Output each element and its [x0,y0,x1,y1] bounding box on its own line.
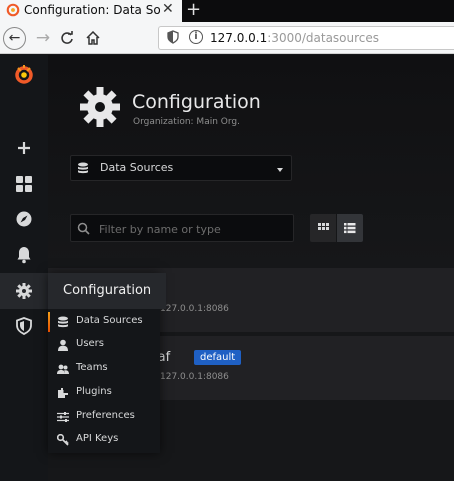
url-bar[interactable]: i 127.0.0.1:3000/datasources [158,26,454,50]
create-menu-item[interactable] [0,130,48,166]
flyout-item-label: Teams [76,362,108,373]
back-button[interactable]: ← [3,27,26,50]
browser-nav-bar: ← → i 127.0.0.1:3000/datasources [0,22,454,54]
database-icon [58,316,68,328]
reload-button[interactable] [56,27,78,49]
server-admin-menu-item[interactable] [0,308,48,344]
browser-tab[interactable]: Configuration: Data Sources ✕ [0,0,182,22]
section-select-label: Data Sources [100,161,174,174]
flyout-item-label: Plugins [76,386,112,397]
dashboards-icon [16,176,32,192]
tab-title: Configuration: Data Sources [24,3,160,17]
tab-close-icon[interactable]: ✕ [162,1,174,17]
section-select[interactable]: Data Sources [70,155,292,181]
filter-input[interactable] [99,221,289,237]
explore-menu-item[interactable] [0,201,48,237]
shield-icon[interactable] [167,30,179,44]
flyout-item-teams[interactable]: Teams [48,357,160,381]
database-icon [78,162,88,174]
plus-icon [18,142,30,154]
grid-view-button[interactable] [310,214,336,242]
users-icon [57,364,69,374]
plug-icon [58,388,68,398]
alerting-menu-item[interactable] [0,237,48,273]
grafana-favicon-icon [6,3,20,17]
default-badge: default [194,350,242,365]
gear-icon [16,283,32,299]
home-button[interactable] [82,27,104,49]
flyout-item-preferences[interactable]: Preferences [48,405,160,429]
list-icon [344,223,356,234]
flyout-item-api-keys[interactable]: API Keys [48,428,160,452]
list-view-button[interactable] [337,214,363,242]
gear-icon [80,87,120,127]
datasource-url: 127.0.0.1:8086 [160,372,229,382]
page-subtitle: Organization: Main Org. [133,117,240,127]
bell-icon [17,247,31,264]
url-text: 127.0.0.1:3000/datasources [210,31,380,45]
new-tab-icon[interactable]: + [186,0,201,20]
key-icon [57,434,69,446]
home-icon [86,30,100,45]
grid-icon [318,223,329,230]
grafana-logo-icon [15,65,33,84]
flyout-item-label: Users [76,338,105,349]
explore-icon [16,211,32,227]
filter-box [70,214,294,242]
caret-down-icon [277,168,283,172]
flyout-item-users[interactable]: Users [48,333,160,357]
flyout-header[interactable]: Configuration [48,273,166,309]
datasource-url: 127.0.0.1:8086 [160,304,229,314]
grafana-logo[interactable] [0,57,48,93]
search-icon [77,222,90,235]
configuration-menu-item[interactable] [0,273,48,309]
info-icon[interactable]: i [189,30,203,44]
shield-icon [16,317,32,335]
forward-button[interactable]: → [32,27,54,49]
reload-icon [61,31,73,44]
flyout-title: Configuration [63,283,152,298]
flyout-item-plugins[interactable]: Plugins [48,381,160,405]
flyout-item-data-sources[interactable]: Data Sources [48,310,160,334]
flyout-item-label: API Keys [76,433,119,444]
flyout-item-label: Preferences [76,410,135,421]
configuration-flyout-menu: Configuration Data Sources Users Teams P… [48,273,166,453]
sliders-icon [57,412,69,422]
user-icon [58,339,68,351]
browser-tab-bar: Configuration: Data Sources ✕ + [0,0,454,22]
flyout-item-label: Data Sources [76,315,143,326]
dashboards-menu-item[interactable] [0,166,48,202]
side-menu [0,55,48,481]
page-title: Configuration [132,91,261,113]
